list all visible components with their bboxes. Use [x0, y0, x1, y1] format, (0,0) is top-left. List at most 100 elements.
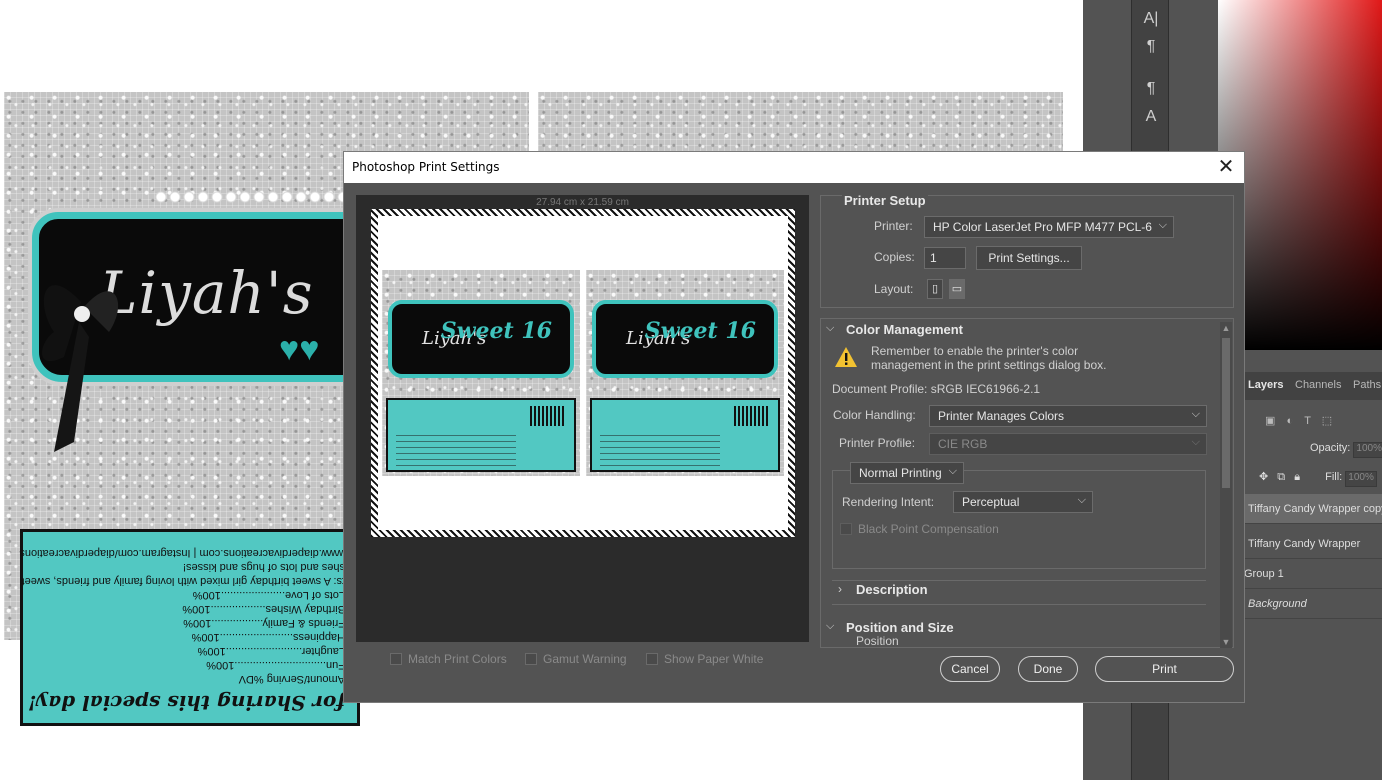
- layer-group-item[interactable]: Group 1: [1243, 559, 1382, 589]
- tab-layers[interactable]: Layers: [1248, 379, 1283, 391]
- print-button[interactable]: Print: [1095, 656, 1234, 682]
- nutrition-line: Fun..............................100%: [206, 659, 345, 671]
- print-settings-button[interactable]: Print Settings...: [976, 246, 1082, 270]
- color-management-warning: Remember to enable the printer's color m…: [871, 344, 1107, 372]
- opacity-label: Opacity:: [1310, 442, 1351, 454]
- preview-sweet-text: Sweet 16: [644, 318, 756, 344]
- divider: [832, 604, 1206, 605]
- show-paper-white-label: Show Paper White: [664, 652, 764, 666]
- image-filter-icon[interactable]: ▣: [1265, 415, 1275, 427]
- barcode-graphic: [734, 406, 768, 426]
- printer-profile-label: Printer Profile:: [839, 436, 916, 450]
- type-filter-icon[interactable]: T: [1304, 415, 1311, 427]
- position-subheading: Position: [856, 636, 899, 647]
- nutrition-line: shes and lots of hugs and kisses!: [182, 561, 345, 573]
- fill-label: Fill:: [1325, 471, 1343, 483]
- match-print-colors-checkbox[interactable]: [390, 653, 402, 665]
- layers-panel-tabs: Layers Channels Paths: [1243, 372, 1382, 400]
- rendering-intent-label: Rendering Intent:: [842, 495, 935, 509]
- preview-plaque: Liyah's Sweet 16: [592, 300, 778, 378]
- match-print-colors-option[interactable]: Match Print Colors: [390, 652, 507, 666]
- chevron-down-icon[interactable]: ⌵: [826, 620, 834, 633]
- nutrition-line: Amount/Serving %DV: [238, 673, 345, 685]
- nutrition-lines-graphic: [396, 430, 516, 466]
- chevron-down-icon: ⌵: [1191, 408, 1200, 420]
- wrapper-name-text: Liyah's: [99, 259, 314, 327]
- tab-paths[interactable]: Paths: [1353, 379, 1381, 391]
- divider: [832, 580, 1206, 581]
- nutrition-lines-graphic: [600, 430, 720, 466]
- scroll-up-icon[interactable]: ▲: [1220, 323, 1232, 333]
- scroll-down-icon[interactable]: ▼: [1220, 637, 1232, 647]
- done-button[interactable]: Done: [1018, 656, 1078, 682]
- gamut-warning-checkbox[interactable]: [525, 653, 537, 665]
- preview-plaque: Liyah's Sweet 16: [388, 300, 574, 378]
- copies-input[interactable]: 1: [924, 247, 966, 269]
- preview-nutrition: [590, 398, 780, 472]
- lock-all-icon[interactable]: 🔒︎: [1294, 471, 1300, 483]
- position-size-heading[interactable]: Position and Size: [846, 620, 954, 635]
- black-point-checkbox[interactable]: [840, 523, 852, 535]
- lock-artboard-icon[interactable]: ⧉: [1277, 471, 1285, 483]
- printer-value: HP Color LaserJet Pro MFP M477 PCL-6: [933, 220, 1152, 234]
- paragraph-panel-icon[interactable]: ¶: [1141, 38, 1161, 58]
- rendering-intent-select[interactable]: Perceptual ⌵: [953, 491, 1093, 513]
- shape-filter-icon[interactable]: ⬚: [1322, 415, 1332, 427]
- layout-label: Layout:: [874, 282, 914, 296]
- color-handling-value: Printer Manages Colors: [938, 409, 1065, 423]
- opacity-input[interactable]: 100%: [1353, 442, 1382, 458]
- layer-item[interactable]: Tiffany Candy Wrapper: [1243, 529, 1382, 559]
- layer-item[interactable]: Tiffany Candy Wrapper copy: [1243, 494, 1382, 524]
- show-paper-white-checkbox[interactable]: [646, 653, 658, 665]
- lock-position-icon[interactable]: ✥: [1259, 471, 1268, 483]
- preview-nutrition: [386, 398, 576, 472]
- show-paper-white-option[interactable]: Show Paper White: [646, 652, 763, 666]
- gamut-warning-option[interactable]: Gamut Warning: [525, 652, 627, 666]
- nutrition-line: Birthday Wishes..................100%: [182, 603, 345, 615]
- print-settings-dialog: Photoshop Print Settings ✕ 27.94 cm x 21…: [343, 151, 1245, 703]
- close-icon[interactable]: ✕: [1216, 155, 1236, 179]
- rendering-intent-value: Perceptual: [962, 495, 1020, 509]
- chevron-down-icon: ⌵: [948, 465, 957, 477]
- nutrition-line: Happiness........................100%: [191, 631, 345, 643]
- preview-paper[interactable]: Liyah's Sweet 16 Liyah's Sweet 16: [378, 216, 788, 530]
- cancel-button[interactable]: Cancel: [940, 656, 1000, 682]
- opacity-row: Opacity: 100%: [1243, 442, 1382, 458]
- printer-profile-value: CIE RGB: [938, 437, 988, 451]
- portrait-layout-icon[interactable]: ▯: [927, 279, 943, 299]
- character-styles-icon[interactable]: A: [1141, 108, 1161, 128]
- fill-input[interactable]: 100%: [1345, 471, 1378, 487]
- nutrition-line: ts: A sweet birthday girl mixed with lov…: [21, 575, 345, 587]
- color-management-heading[interactable]: Color Management: [846, 322, 963, 337]
- chevron-right-icon[interactable]: ›: [838, 582, 842, 596]
- chevron-down-icon[interactable]: ⌵: [826, 322, 834, 335]
- layer-item[interactable]: Background: [1243, 589, 1382, 619]
- position-subheading-clip: Position: [850, 636, 1210, 647]
- printer-select[interactable]: HP Color LaserJet Pro MFP M477 PCL-6 ⌵: [924, 216, 1174, 238]
- description-heading[interactable]: Description: [856, 582, 928, 597]
- warning-icon: [835, 347, 857, 367]
- character-panel-icon[interactable]: A|: [1141, 10, 1161, 30]
- lock-fill-row: ✥ ⧉ 🔒︎ Fill: 100%: [1243, 470, 1382, 487]
- nutrition-line: Laughter.........................100%: [197, 645, 345, 657]
- tab-channels[interactable]: Channels: [1295, 379, 1341, 391]
- scrollbar-thumb[interactable]: [1222, 338, 1230, 488]
- chevron-down-icon: ⌵: [1077, 494, 1086, 506]
- chevron-down-icon: ⌵: [1158, 219, 1167, 231]
- nutrition-line: www.diaperdivacreations.com | Instagram.…: [19, 547, 345, 559]
- preview-wrapper-right: Liyah's Sweet 16: [586, 270, 784, 476]
- printer-profile-select[interactable]: CIE RGB ⌵: [929, 433, 1207, 455]
- copies-label: Copies:: [874, 250, 915, 264]
- document-profile-text: Document Profile: sRGB IEC61966-2.1: [832, 382, 1041, 396]
- color-handling-select[interactable]: Printer Manages Colors ⌵: [929, 405, 1207, 427]
- adjustment-filter-icon[interactable]: ◐: [1286, 415, 1293, 427]
- landscape-layout-icon[interactable]: ▭: [949, 279, 965, 299]
- dialog-title: Photoshop Print Settings: [352, 160, 500, 174]
- nutrition-line: Friends & Family.................100%: [183, 617, 345, 629]
- settings-scrollbar[interactable]: ▲ ▼: [1220, 322, 1232, 648]
- printing-mode-select[interactable]: Normal Printing ⌵: [850, 462, 964, 484]
- printer-label: Printer:: [874, 219, 913, 233]
- nutrition-panel: for Sharing this special day! Amount/Ser…: [19, 529, 360, 726]
- chevron-down-icon: ⌵: [1191, 436, 1200, 448]
- paragraph-styles-icon[interactable]: ¶: [1141, 80, 1161, 100]
